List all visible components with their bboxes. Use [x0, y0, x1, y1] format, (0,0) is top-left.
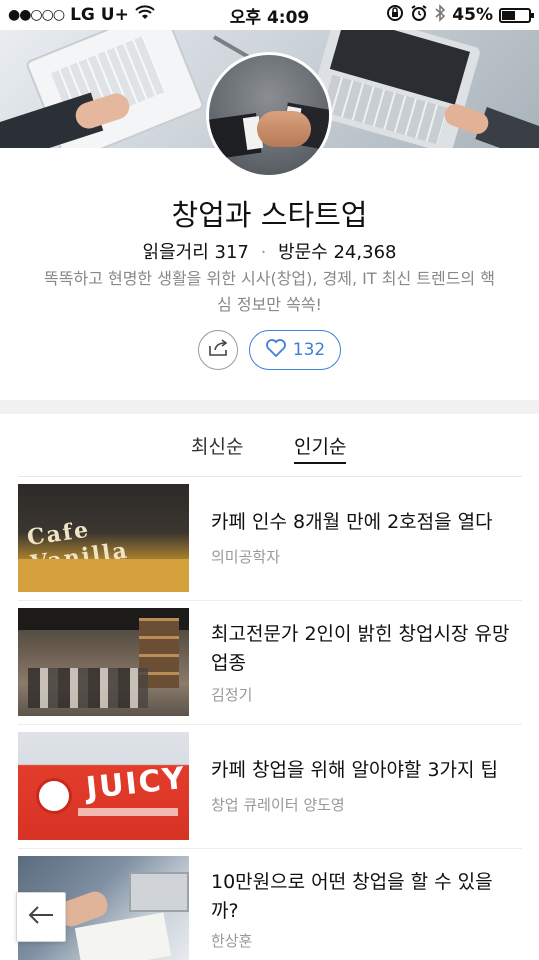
- signal-strength-icon: ●●○○○: [8, 7, 65, 23]
- heart-icon: [265, 338, 287, 363]
- article-thumbnail: Cafe Vanilla: [18, 484, 189, 592]
- sort-tabs: 최신순 인기순: [0, 432, 539, 466]
- alarm-icon: [410, 4, 428, 27]
- status-right: 45%: [386, 3, 534, 27]
- list-divider: [18, 724, 522, 725]
- back-button[interactable]: [16, 892, 66, 942]
- magazine-title: 창업과 스타트업: [171, 198, 368, 232]
- article-title: 최고전문가 2인이 밝힌 창업시장 유망 업종: [211, 623, 510, 674]
- handshake-image: [257, 111, 311, 147]
- reads-count: 317: [214, 242, 249, 263]
- magazine-avatar: [206, 52, 332, 178]
- status-left: ●●○○○ LG U+: [8, 4, 155, 26]
- visits-label: 방문수: [278, 242, 328, 263]
- article-author: 창업 큐레이터 양도영: [211, 796, 345, 814]
- article-title: 카페 인수 8개월 만에 2호점을 열다: [211, 511, 493, 533]
- arrow-left-icon: [27, 904, 55, 930]
- list-divider: [18, 600, 522, 601]
- magazine-stats: 읽을거리 317 · 방문수 24,368: [0, 238, 539, 264]
- battery-icon: [499, 7, 534, 23]
- like-button[interactable]: 132: [249, 330, 341, 370]
- article-author: 의미공학자: [211, 548, 281, 566]
- stats-separator: ·: [260, 242, 267, 263]
- article-author: 김정기: [211, 686, 253, 704]
- article-thumbnail: [18, 608, 189, 716]
- share-button[interactable]: [198, 330, 238, 370]
- bluetooth-icon: [434, 3, 446, 27]
- article-item[interactable]: 최고전문가 2인이 밝힌 창업시장 유망 업종 김정기: [18, 608, 522, 718]
- share-icon: [207, 338, 229, 362]
- carrier-name: LG U+: [70, 5, 129, 25]
- battery-percent: 45%: [452, 5, 493, 25]
- cover-laptop-right: [306, 30, 482, 148]
- tab-popular[interactable]: 인기순: [294, 432, 347, 464]
- list-divider: [18, 848, 522, 849]
- magazine-description: 똑똑하고 현명한 생활을 위한 시사(창업), 경제, IT 최신 트렌드의 핵…: [44, 269, 495, 314]
- wifi-icon: [135, 4, 155, 26]
- battery-fill: [502, 10, 515, 20]
- article-title: 10만원으로 어떤 창업을 할 수 있을까?: [211, 871, 493, 922]
- status-bar: ●●○○○ LG U+ 오후 4:09 45%: [0, 0, 539, 30]
- article-item[interactable]: JUICY 카페 창업을 위해 알아야할 3가지 팁 창업 큐레이터 양도영: [18, 732, 522, 842]
- article-title: 카페 창업을 위해 알아야할 3가지 팁: [211, 759, 499, 781]
- tabs-underline: [18, 476, 522, 477]
- tab-latest[interactable]: 최신순: [191, 432, 243, 464]
- article-thumbnail: JUICY: [18, 732, 189, 840]
- article-item[interactable]: Cafe Vanilla 카페 인수 8개월 만에 2호점을 열다 의미공학자: [18, 484, 522, 594]
- like-count: 132: [292, 340, 326, 360]
- section-divider: [0, 400, 539, 414]
- rotation-lock-icon: [386, 4, 404, 27]
- reads-label: 읽을거리: [142, 242, 209, 263]
- article-author: 한상훈: [211, 932, 253, 950]
- article-item[interactable]: 10만원으로 어떤 창업을 할 수 있을까? 한상훈: [18, 856, 522, 960]
- juicy-sign: JUICY: [84, 760, 188, 807]
- visits-count: 24,368: [333, 242, 397, 263]
